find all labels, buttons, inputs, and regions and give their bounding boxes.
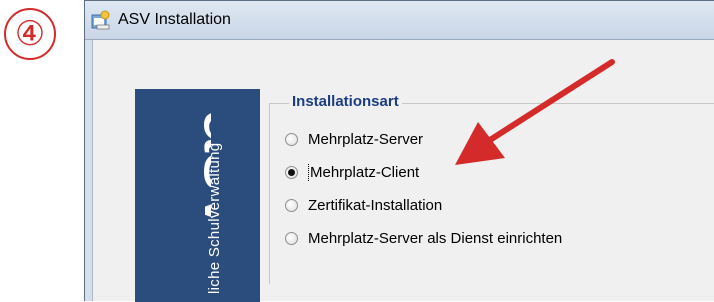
dialog-content: asv liche Schulverwaltung Installationsa…	[92, 40, 714, 302]
radio-button-selected[interactable]	[285, 165, 298, 179]
option-label: Mehrplatz-Client	[308, 163, 420, 181]
option-mehrplatz-server[interactable]: Mehrplatz-Server	[285, 128, 423, 150]
installer-window: ASV Installation asv liche Schulverwaltu…	[84, 0, 714, 302]
installation-type-group: Installationsart Mehrplatz-Server Mehrpl…	[269, 93, 714, 284]
brand-subtitle: liche Schulverwaltung	[206, 142, 223, 294]
option-zertifikat-installation[interactable]: Zertifikat-Installation	[285, 194, 442, 216]
radio-button[interactable]	[285, 231, 298, 245]
option-server-als-dienst[interactable]: Mehrplatz-Server als Dienst einrichten	[285, 227, 562, 249]
window-title: ASV Installation	[118, 11, 231, 28]
title-bar[interactable]: ASV Installation	[85, 1, 714, 40]
radio-button[interactable]	[285, 198, 298, 212]
option-label: Mehrplatz-Server	[308, 130, 424, 148]
option-mehrplatz-client[interactable]: Mehrplatz-Client	[285, 161, 419, 183]
group-title: Installationsart	[289, 93, 402, 110]
radio-button[interactable]	[285, 132, 298, 146]
asv-brand-panel: asv liche Schulverwaltung	[135, 89, 260, 302]
step-number-badge: ④	[4, 8, 56, 60]
option-label: Mehrplatz-Server als Dienst einrichten	[308, 229, 563, 247]
option-label: Zertifikat-Installation	[308, 196, 443, 214]
asv-logo: asv	[188, 109, 211, 230]
installer-app-icon	[91, 10, 110, 30]
